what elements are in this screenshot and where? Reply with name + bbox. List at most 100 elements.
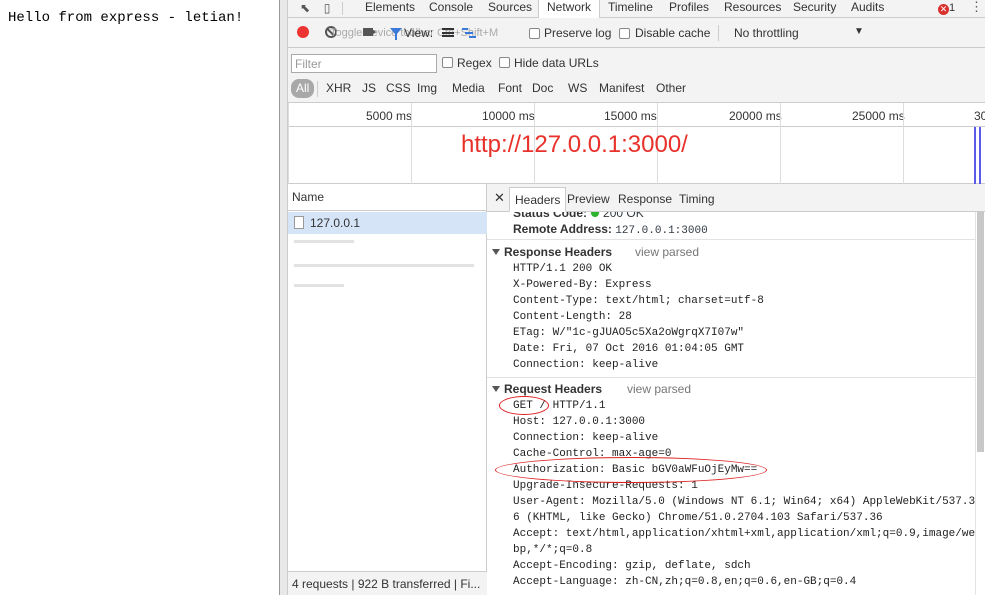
device-toolbar-icon[interactable]: ▯ xyxy=(320,1,334,15)
redacted-row-content xyxy=(294,240,354,243)
expand-triangle-icon xyxy=(492,386,500,392)
disable-cache-checkbox[interactable] xyxy=(619,28,630,39)
devtools-tab-bar: ⬉ ▯ Elements Console Sources Network Tim… xyxy=(288,0,985,19)
filter-type-font[interactable]: Font xyxy=(494,79,526,98)
large-rows-icon[interactable] xyxy=(442,28,454,37)
record-button[interactable] xyxy=(297,26,309,38)
response-view-parsed-link[interactable]: view parsed xyxy=(635,245,699,259)
more-options-icon[interactable]: ⋮ xyxy=(970,0,983,14)
regex-label[interactable]: Regex xyxy=(457,56,492,70)
overview-request-bar xyxy=(979,127,981,184)
tab-security[interactable]: Security xyxy=(785,0,844,18)
filter-type-media[interactable]: Media xyxy=(448,79,489,98)
page-body-text: Hello from express - letian! xyxy=(8,10,244,26)
preserve-log-checkbox[interactable] xyxy=(529,28,540,39)
request-headers-section: Request Headers view parsed GET / HTTP/1… xyxy=(487,377,975,588)
overview-gridline xyxy=(780,103,781,184)
devtools-resize-edge[interactable] xyxy=(280,0,288,595)
filter-type-css[interactable]: CSS xyxy=(382,79,415,98)
regex-checkbox[interactable] xyxy=(442,57,453,68)
request-row[interactable] xyxy=(288,234,487,256)
get-annotation-circle xyxy=(499,396,549,415)
tab-timeline[interactable]: Timeline xyxy=(600,0,661,18)
request-header-line: Accept-Language: zh-CN,zh;q=0.8,en;q=0.6… xyxy=(513,576,857,588)
filter-type-all[interactable]: All xyxy=(291,79,315,98)
remote-address-value: 127.0.0.1:3000 xyxy=(615,225,708,237)
remote-address-label: Remote Address: xyxy=(513,222,612,236)
capture-screenshots-icon[interactable] xyxy=(363,28,376,36)
waterfall-bar xyxy=(465,32,473,34)
response-header-line: ETag: W/"1c-gJUAO5c5Xa2oWgrqX7I07w" xyxy=(513,327,745,339)
network-filter-bar: Regex Hide data URLs All XHR JS CSS Img … xyxy=(288,48,985,103)
status-code-label: Status Code: xyxy=(513,212,588,220)
details-tab-preview[interactable]: Preview xyxy=(562,187,615,212)
devtools-window: ⬉ ▯ Elements Console Sources Network Tim… xyxy=(279,0,985,595)
request-headers-toggle[interactable]: Request Headers xyxy=(492,382,602,396)
filter-type-ws[interactable]: WS xyxy=(564,79,591,98)
overview-tick-label: 25000 ms xyxy=(852,109,905,123)
tab-audits[interactable]: Audits xyxy=(843,0,892,18)
waterfall-bar xyxy=(462,28,468,30)
overview-tick-label: 20000 ms xyxy=(729,109,782,123)
filter-separator xyxy=(317,81,318,97)
network-overview[interactable]: 5000 ms 10000 ms 15000 ms 20000 ms 25000… xyxy=(288,103,985,184)
filter-type-js[interactable]: JS xyxy=(358,79,380,98)
filter-icon[interactable] xyxy=(390,28,402,40)
details-tab-timing[interactable]: Timing xyxy=(674,187,720,212)
throttling-dropdown-arrow-icon[interactable]: ▼ xyxy=(854,26,864,37)
details-tab-headers[interactable]: Headers xyxy=(509,187,567,212)
filter-type-manifest[interactable]: Manifest xyxy=(595,79,648,98)
response-header-line: Connection: keep-alive xyxy=(513,359,659,371)
waterfall-bar xyxy=(469,36,476,38)
network-toolbar: Toggle device toolbar Ctrl+Shift+M View:… xyxy=(288,18,985,48)
throttling-select[interactable]: No throttling xyxy=(734,26,799,40)
request-row-selected[interactable]: 127.0.0.1 xyxy=(288,212,487,234)
hide-data-urls-label[interactable]: Hide data URLs xyxy=(514,56,599,70)
close-details-icon[interactable]: ✕ xyxy=(494,190,505,206)
redacted-row-content xyxy=(294,264,474,267)
filter-type-doc[interactable]: Doc xyxy=(528,79,557,98)
request-row[interactable] xyxy=(288,278,487,300)
toolbar-separator xyxy=(718,25,719,41)
tab-profiles[interactable]: Profiles xyxy=(661,0,717,18)
filter-type-img[interactable]: Img xyxy=(413,79,441,98)
authorization-annotation-circle xyxy=(495,457,767,483)
preserve-log-label[interactable]: Preserve log xyxy=(544,26,611,40)
status-code-row: Status Code: 200 OK xyxy=(513,212,644,220)
details-scrollbar-thumb[interactable] xyxy=(977,212,984,452)
document-icon xyxy=(294,216,304,229)
response-headers-section: Response Headers view parsed HTTP/1.1 20… xyxy=(487,239,975,371)
tab-resources[interactable]: Resources xyxy=(716,0,789,18)
filter-type-xhr[interactable]: XHR xyxy=(322,79,355,98)
overview-gridline xyxy=(903,103,904,184)
overview-gridline xyxy=(411,103,412,184)
request-details-panel: ✕ Headers Preview Response Timing Status… xyxy=(487,184,985,595)
error-count: 1 xyxy=(949,2,956,14)
tab-sources[interactable]: Sources xyxy=(480,0,540,18)
request-row[interactable] xyxy=(288,256,487,278)
response-headers-title: Response Headers xyxy=(504,245,613,259)
response-header-line: HTTP/1.1 200 OK xyxy=(513,263,613,275)
filter-type-other[interactable]: Other xyxy=(652,79,690,98)
details-tab-response[interactable]: Response xyxy=(613,187,677,212)
overview-waterfall-icon[interactable] xyxy=(462,28,476,38)
request-header-line: User-Agent: Mozilla/5.0 (Windows NT 6.1;… xyxy=(513,496,975,508)
error-count-badge[interactable]: ✕ 1 xyxy=(938,2,955,15)
inspect-element-icon[interactable]: ⬉ xyxy=(298,1,312,15)
url-annotation: http://127.0.0.1:3000/ xyxy=(461,131,688,158)
tab-console[interactable]: Console xyxy=(421,0,481,18)
overview-tick-label: 15000 ms xyxy=(604,109,657,123)
view-label: View: xyxy=(404,26,434,40)
redacted-row-content xyxy=(294,284,344,287)
request-view-parsed-link[interactable]: view parsed xyxy=(627,382,691,396)
name-column-header[interactable]: Name xyxy=(288,184,486,211)
filter-input[interactable] xyxy=(291,54,437,73)
toolbar-separator xyxy=(342,2,343,15)
details-scrollbar[interactable] xyxy=(975,212,985,595)
tab-network[interactable]: Network xyxy=(538,0,601,19)
response-headers-toggle[interactable]: Response Headers xyxy=(492,245,612,259)
request-header-line: 6 (KHTML, like Gecko) Chrome/51.0.2704.1… xyxy=(513,512,883,524)
tab-elements[interactable]: Elements xyxy=(357,0,423,18)
disable-cache-label[interactable]: Disable cache xyxy=(635,26,710,40)
hide-data-urls-checkbox[interactable] xyxy=(499,57,510,68)
